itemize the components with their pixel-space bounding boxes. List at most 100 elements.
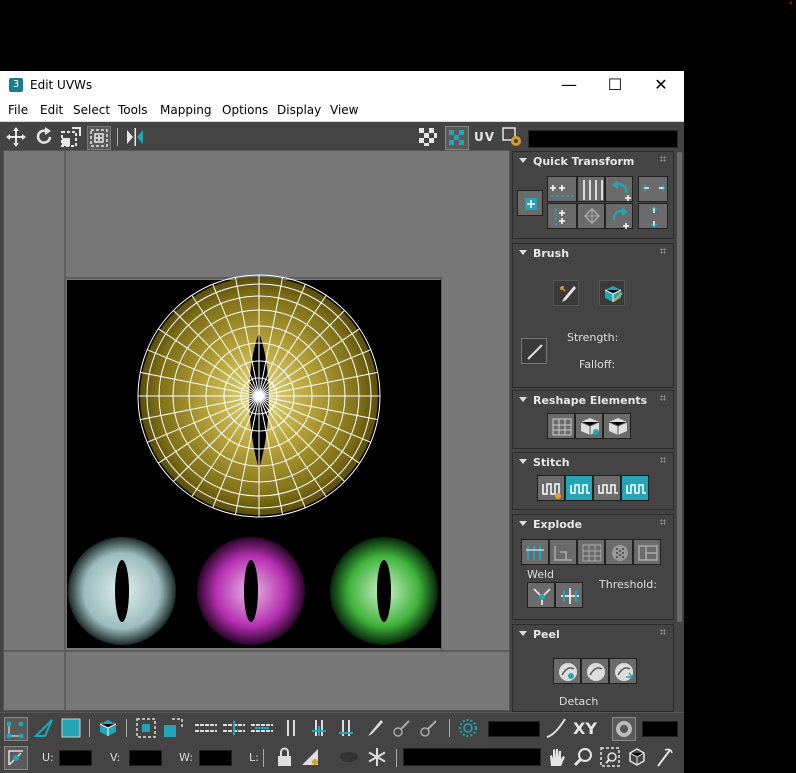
grip-icon[interactable]: [660, 156, 666, 162]
rollout-title[interactable]: Brush: [533, 247, 569, 260]
loop-shrink-icon[interactable]: [249, 717, 275, 739]
mirror-icon[interactable]: [124, 126, 146, 148]
grip-icon[interactable]: [660, 629, 666, 635]
paint-grow-icon[interactable]: [390, 717, 412, 739]
minimize-button[interactable]: —: [546, 71, 592, 99]
w-field[interactable]: [199, 750, 232, 766]
quick-peel-button[interactable]: [553, 658, 581, 684]
collapse-icon[interactable]: [519, 521, 527, 526]
rollout-title[interactable]: Reshape Elements: [533, 394, 647, 407]
v-field[interactable]: [129, 750, 162, 766]
pan-icon[interactable]: [545, 746, 567, 768]
flatten-checker-button[interactable]: [605, 539, 633, 565]
menu-edit[interactable]: Edit: [40, 103, 63, 117]
collapse-icon[interactable]: [519, 631, 527, 636]
rotate-cw-button[interactable]: [605, 203, 633, 229]
uv-icon[interactable]: UV: [474, 130, 495, 144]
collapse-icon[interactable]: [519, 158, 527, 163]
soft-selection-value[interactable]: [488, 721, 540, 737]
scale-icon[interactable]: [60, 126, 82, 148]
ring-shrink-icon[interactable]: [336, 717, 358, 739]
collapse-icon[interactable]: [519, 250, 527, 255]
rotate-icon[interactable]: [33, 126, 55, 148]
align-horizontal-button[interactable]: [547, 176, 577, 202]
paint-select-icon[interactable]: [363, 717, 385, 739]
stitch-to-target-button[interactable]: [621, 475, 649, 501]
detach-edge-button[interactable]: [549, 539, 577, 565]
selection-set-field[interactable]: [403, 748, 541, 766]
face-mode-icon[interactable]: [60, 717, 82, 739]
explode-grid-button[interactable]: [577, 539, 605, 565]
xy-label[interactable]: XY: [573, 719, 597, 738]
reset-peel-button[interactable]: [609, 658, 637, 684]
paint-move-button[interactable]: [553, 280, 579, 306]
frame-icon[interactable]: [626, 746, 648, 768]
vertex-mode-icon[interactable]: [4, 717, 28, 741]
edge-mode-icon[interactable]: [33, 717, 55, 739]
grip-icon[interactable]: [660, 395, 666, 401]
maximize-button[interactable]: ☐: [592, 71, 638, 99]
rollout-title[interactable]: Quick Transform: [533, 155, 634, 168]
show-hidden-edges-icon[interactable]: [299, 746, 321, 768]
menu-display[interactable]: Display: [277, 103, 321, 117]
settings-icon[interactable]: [501, 126, 523, 148]
pivot-button[interactable]: [517, 190, 543, 216]
soft-selection-icon[interactable]: [457, 717, 479, 739]
panel-scrollbar[interactable]: [677, 152, 682, 622]
uv-channel-field[interactable]: [528, 130, 678, 148]
rollout-title[interactable]: Stitch: [533, 456, 570, 469]
paint-shrink-icon[interactable]: [417, 717, 439, 739]
menu-view[interactable]: View: [330, 103, 358, 117]
stitch-custom-button[interactable]: [537, 475, 565, 501]
transform-mode-icon[interactable]: [4, 746, 28, 770]
straighten-button[interactable]: [577, 203, 605, 229]
brush-stroke-button[interactable]: [521, 338, 547, 364]
stitch-average-button[interactable]: [593, 475, 621, 501]
rollout-title[interactable]: Explode: [533, 518, 582, 531]
menu-tools[interactable]: Tools: [118, 103, 148, 117]
help-icon[interactable]: [653, 746, 675, 768]
limit-selection-icon[interactable]: [612, 717, 636, 741]
eye-icon[interactable]: [338, 746, 360, 768]
freeform-icon[interactable]: [87, 126, 111, 150]
move-icon[interactable]: [5, 126, 27, 148]
grip-icon[interactable]: [660, 248, 666, 254]
zoom-region-icon[interactable]: [599, 746, 621, 768]
zoom-icon[interactable]: [572, 746, 594, 768]
align-vertical-button[interactable]: [577, 176, 605, 202]
ring-select-icon[interactable]: [281, 717, 303, 739]
space-vertical-button[interactable]: [638, 203, 668, 229]
stitch-to-source-button[interactable]: [565, 475, 593, 501]
snowflake-icon[interactable]: [366, 746, 388, 768]
ring-grow-icon[interactable]: [309, 717, 331, 739]
u-field[interactable]: [59, 750, 92, 766]
rollout-title[interactable]: Peel: [533, 628, 560, 641]
collapse-icon[interactable]: [519, 459, 527, 464]
pack-button[interactable]: [603, 413, 631, 439]
straighten-selection-button[interactable]: [547, 413, 575, 439]
element-mode-icon[interactable]: [97, 717, 119, 739]
collapse-icon[interactable]: [519, 397, 527, 402]
lock-icon[interactable]: [274, 746, 296, 768]
peel-mode-button[interactable]: [581, 658, 609, 684]
grip-icon[interactable]: [660, 519, 666, 525]
loop-grow-icon[interactable]: [221, 717, 247, 739]
grip-icon[interactable]: [660, 457, 666, 463]
weld-target-button[interactable]: [555, 582, 583, 608]
falloff-curve-icon[interactable]: [545, 717, 567, 739]
menu-file[interactable]: File: [8, 103, 28, 117]
close-button[interactable]: ✕: [638, 71, 684, 99]
relax-brush-button[interactable]: [599, 280, 625, 306]
select-shrink-icon[interactable]: [162, 717, 184, 739]
checker-toggle-icon[interactable]: [445, 126, 469, 150]
loop-select-icon[interactable]: [193, 717, 219, 739]
menu-options[interactable]: Options: [222, 103, 268, 117]
checker-icon[interactable]: [417, 126, 439, 148]
select-grow-icon[interactable]: [135, 717, 157, 739]
limit-value-field[interactable]: [642, 721, 678, 737]
uv-editor-viewport[interactable]: [3, 150, 510, 711]
menu-mapping[interactable]: Mapping: [160, 103, 212, 117]
flatten-faces-button[interactable]: [633, 539, 661, 565]
weld-selected-button[interactable]: [527, 582, 555, 608]
align-vertical-dashed-button[interactable]: [547, 203, 577, 229]
